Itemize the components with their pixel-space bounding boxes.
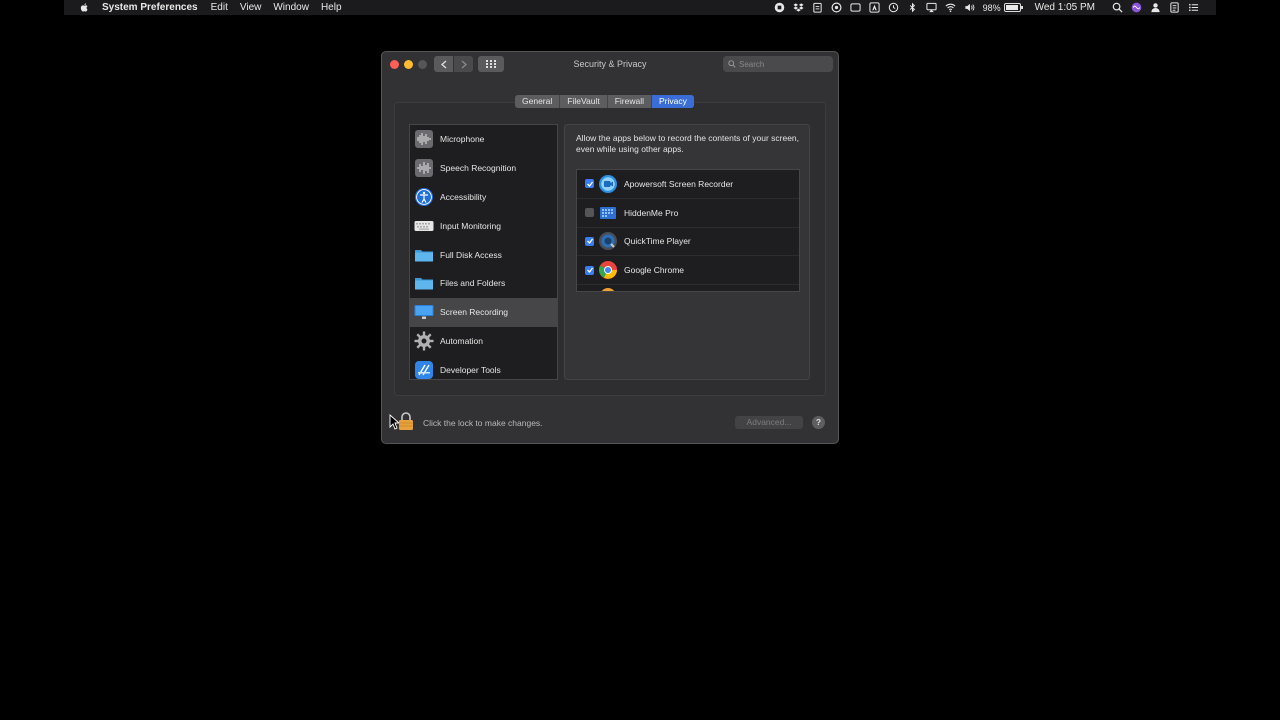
security-privacy-window: Security & Privacy General FileVault Fir…: [381, 51, 839, 444]
mouse-cursor-icon: [389, 414, 399, 430]
checkmark-icon: [586, 267, 593, 274]
chrome-icon: [598, 260, 618, 280]
app-list[interactable]: Apowersoft Screen Recorder HiddenMe Pro …: [576, 169, 800, 292]
menubar-clock[interactable]: Wed 1:05 PM: [1035, 2, 1095, 13]
title-bar[interactable]: Security & Privacy: [382, 52, 838, 78]
menu-edit[interactable]: Edit: [211, 2, 228, 13]
developer-tools-icon: [414, 360, 434, 379]
app-name: Apowersoft Screen Recorder: [624, 178, 734, 189]
category-files-and-folders[interactable]: Files and Folders: [410, 269, 557, 298]
category-label: Speech Recognition: [440, 163, 517, 174]
category-full-disk-access[interactable]: Full Disk Access: [410, 240, 557, 269]
bluetooth-icon[interactable]: [906, 2, 920, 13]
accessibility-icon: [414, 187, 434, 207]
adobe-icon[interactable]: [868, 2, 882, 13]
category-microphone[interactable]: Microphone: [410, 125, 557, 154]
category-label: Screen Recording: [440, 307, 509, 318]
wifi-icon[interactable]: [944, 2, 958, 13]
speech-recognition-icon: [414, 158, 434, 178]
app-row-quicktime-player: QuickTime Player: [577, 228, 799, 257]
search-input[interactable]: [739, 59, 829, 69]
category-label: Full Disk Access: [440, 249, 502, 260]
user-icon[interactable]: [1148, 2, 1162, 13]
app-name: Google Chrome: [624, 265, 685, 276]
menu-help[interactable]: Help: [321, 2, 342, 13]
tab-filevault[interactable]: FileVault: [560, 95, 608, 108]
category-label: Files and Folders: [440, 278, 506, 289]
help-button[interactable]: ?: [812, 416, 825, 429]
app-name: QuickTime Player: [624, 236, 691, 247]
siri-icon[interactable]: [1129, 2, 1143, 13]
screen-record-icon[interactable]: [773, 2, 787, 13]
tab-firewall[interactable]: Firewall: [608, 95, 652, 108]
microphone-icon: [414, 129, 434, 149]
category-screen-recording[interactable]: Screen Recording: [410, 297, 557, 327]
apowersoft-icon: [598, 174, 618, 194]
checkmark-icon: [586, 181, 593, 187]
apple-menu-icon[interactable]: [78, 2, 90, 14]
battery-level: [1005, 5, 1019, 10]
app-icon-partial: [598, 280, 618, 291]
category-input-monitoring[interactable]: Input Monitoring: [410, 211, 557, 240]
app-checkbox[interactable]: [585, 179, 594, 189]
hiddenme-icon: [598, 203, 618, 223]
tab-bar: General FileVault Firewall Privacy: [515, 95, 694, 108]
notification-center-icon[interactable]: [1186, 2, 1200, 13]
folder-icon: [414, 273, 434, 293]
dropbox-icon[interactable]: [792, 2, 806, 13]
search-icon: [728, 60, 736, 68]
circle-icon[interactable]: [830, 2, 844, 13]
menu-view[interactable]: View: [240, 2, 262, 13]
tab-general[interactable]: General: [515, 95, 561, 108]
app-row-apowersoft: Apowersoft Screen Recorder: [577, 170, 799, 199]
app-checkbox-placeholder: [585, 286, 594, 291]
advanced-button[interactable]: Advanced...: [735, 416, 803, 429]
app-checkbox[interactable]: [585, 208, 594, 218]
notes-icon[interactable]: [1167, 2, 1181, 13]
category-label: Developer Tools: [440, 364, 501, 375]
search-field[interactable]: [723, 56, 833, 72]
category-label: Input Monitoring: [440, 220, 501, 231]
app-checkbox[interactable]: [585, 265, 594, 275]
display-icon: [414, 302, 434, 322]
lock-hint-text: Click the lock to make changes.: [423, 418, 543, 428]
keyboard-icon: [414, 216, 434, 236]
tab-privacy[interactable]: Privacy: [651, 95, 694, 108]
spotlight-search-icon[interactable]: [1110, 2, 1124, 13]
display-icon[interactable]: [849, 2, 863, 13]
app-name: HiddenMe Pro: [624, 207, 679, 218]
quicktime-icon: [598, 231, 618, 251]
category-label: Automation: [440, 335, 483, 346]
folder-icon: [414, 245, 434, 265]
category-label: Accessibility: [440, 191, 487, 202]
category-label: Microphone: [440, 134, 485, 145]
checkmark-icon: [586, 239, 593, 245]
time-machine-icon[interactable]: [887, 2, 901, 13]
category-automation[interactable]: Automation: [410, 327, 557, 356]
volume-icon[interactable]: [963, 2, 977, 13]
category-speech-recognition[interactable]: Speech Recognition: [410, 154, 557, 183]
app-checkbox[interactable]: [585, 236, 594, 246]
battery-icon[interactable]: [1003, 3, 1023, 12]
menu-bar: System Preferences Edit View Window Help…: [64, 0, 1216, 15]
app-row-hiddenme-pro: HiddenMe Pro: [577, 199, 799, 228]
clipboard-icon[interactable]: [811, 2, 825, 13]
panel-description: Allow the apps below to record the conte…: [576, 133, 800, 154]
privacy-category-list[interactable]: Microphone Speech Recognition Accessibil…: [409, 124, 558, 380]
airplay-icon[interactable]: [925, 2, 939, 13]
gear-icon: [414, 331, 434, 351]
screen-recording-panel: Allow the apps below to record the conte…: [564, 124, 810, 380]
lock-icon[interactable]: [398, 411, 414, 431]
app-row-partial: [577, 285, 799, 291]
menu-window[interactable]: Window: [273, 2, 309, 13]
category-developer-tools[interactable]: Developer Tools: [410, 355, 557, 379]
battery-percent: 98%: [982, 2, 1001, 13]
category-accessibility[interactable]: Accessibility: [410, 183, 557, 212]
app-menu-system-preferences[interactable]: System Preferences: [102, 2, 198, 13]
